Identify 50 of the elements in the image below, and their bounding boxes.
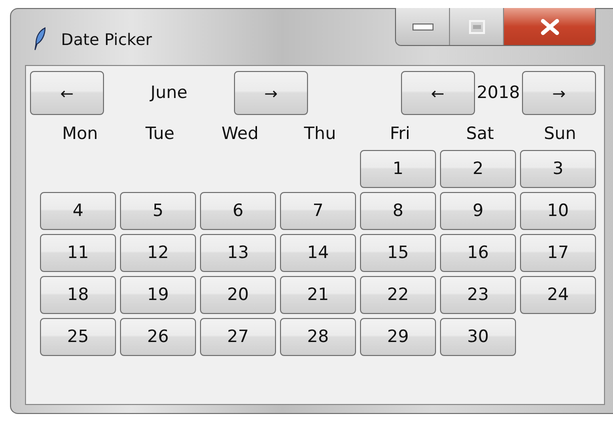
close-button[interactable] (504, 8, 595, 45)
weekday-label: Sun (542, 124, 578, 144)
next-year-button[interactable]: → (522, 71, 596, 115)
day-button[interactable]: 21 (280, 276, 356, 314)
weekday-label: Thu (303, 124, 337, 144)
day-button[interactable]: 23 (440, 276, 516, 314)
day-button[interactable]: 4 (40, 192, 116, 230)
minimize-icon (412, 22, 434, 30)
previous-year-button[interactable]: ← (400, 71, 475, 115)
day-button[interactable]: 17 (520, 234, 596, 272)
weekday-label: Fri (388, 124, 412, 144)
day-button[interactable]: 20 (200, 276, 276, 314)
weekday-label: Wed (220, 124, 260, 144)
minimize-button[interactable] (396, 8, 450, 45)
day-button[interactable]: 5 (120, 192, 196, 230)
day-button[interactable]: 27 (200, 318, 276, 356)
day-button[interactable]: 16 (440, 234, 516, 272)
weekday-label: Mon (61, 124, 99, 144)
feather-icon (33, 27, 47, 51)
day-button[interactable]: 30 (440, 318, 516, 356)
year-label: 2018 (476, 83, 520, 103)
day-button[interactable]: 25 (40, 318, 116, 356)
day-button[interactable]: 3 (520, 150, 596, 188)
next-month-button[interactable]: → (234, 71, 308, 115)
day-button[interactable]: 15 (360, 234, 436, 272)
day-button[interactable]: 7 (280, 192, 356, 230)
day-button[interactable]: 19 (120, 276, 196, 314)
maximize-icon (468, 20, 484, 34)
close-icon (540, 18, 558, 34)
day-button[interactable]: 29 (360, 318, 436, 356)
day-button[interactable]: 24 (520, 276, 596, 314)
day-button[interactable]: 10 (520, 192, 596, 230)
day-button[interactable]: 12 (120, 234, 196, 272)
day-button[interactable]: 8 (360, 192, 436, 230)
day-button[interactable]: 26 (120, 318, 196, 356)
day-button[interactable]: 18 (40, 276, 116, 314)
day-button[interactable]: 28 (280, 318, 356, 356)
previous-month-button[interactable]: ← (30, 71, 104, 115)
month-label: June (148, 83, 189, 103)
weekday-label: Tue (144, 124, 176, 144)
day-button[interactable]: 14 (280, 234, 356, 272)
day-button[interactable]: 2 (440, 150, 516, 188)
weekday-label: Sat (465, 124, 495, 144)
day-button[interactable]: 6 (200, 192, 276, 230)
day-button[interactable]: 22 (360, 276, 436, 314)
day-button[interactable]: 13 (200, 234, 276, 272)
day-button[interactable]: 11 (40, 234, 116, 272)
day-button[interactable]: 9 (440, 192, 516, 230)
day-button[interactable]: 1 (360, 150, 436, 188)
window-title: Date Picker (61, 30, 152, 49)
